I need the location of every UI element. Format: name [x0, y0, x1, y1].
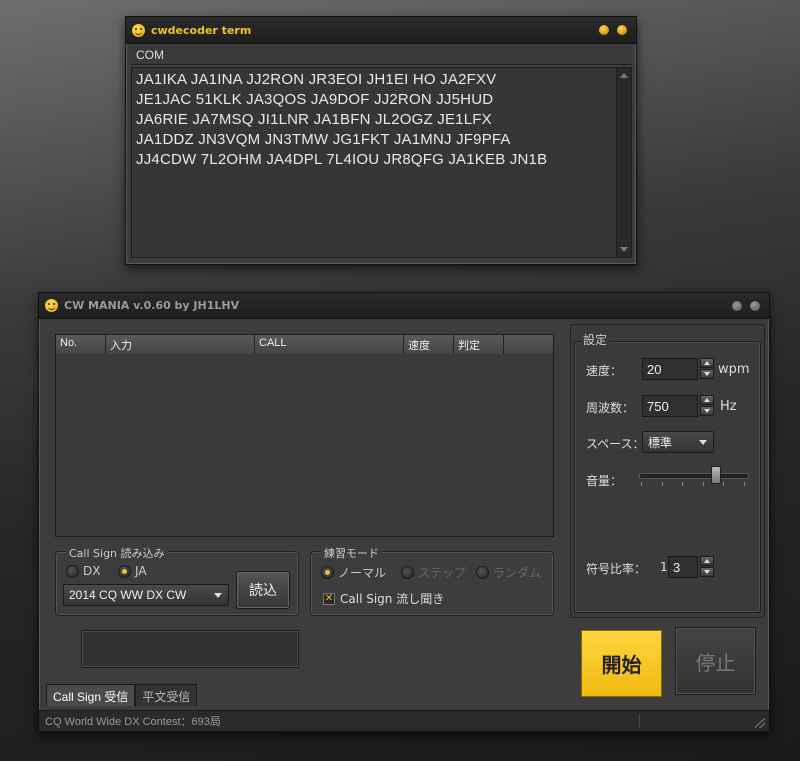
- radio-ja[interactable]: JA: [118, 564, 147, 578]
- chevron-down-icon: [214, 592, 222, 598]
- radio-dot: [401, 566, 414, 579]
- ratio-prefix: 1: [660, 560, 668, 574]
- receive-tabs: Call Sign 受信 平文受信: [46, 684, 198, 706]
- space-select-value: 標準: [648, 435, 673, 450]
- term-scrollbar[interactable]: [616, 67, 632, 258]
- menu-com[interactable]: COM: [130, 45, 170, 65]
- freq-label: 周波数：: [586, 401, 635, 415]
- status-bar: CQ World Wide DX Contest：693局: [39, 710, 769, 731]
- minimize-button[interactable]: [598, 24, 610, 36]
- minimize-button[interactable]: [731, 299, 743, 312]
- contest-select-value: 2014 CQ WW DX CW: [69, 588, 187, 602]
- results-grid-header: No. 入力 CALL 速度 判定: [55, 334, 554, 355]
- main-title: CW MANIA v.0.60 by JH1LHV: [64, 299, 240, 312]
- stream-listen-label: Call Sign 流し聞き: [340, 592, 445, 606]
- close-button[interactable]: [749, 299, 761, 312]
- term-title: cwdecoder term: [151, 23, 252, 37]
- scroll-down-icon[interactable]: [620, 247, 628, 252]
- results-grid[interactable]: [55, 354, 554, 537]
- cw-mania-window: CW MANIA v.0.60 by JH1LHV No. 入力 CALL 速度…: [38, 292, 770, 732]
- callsign-load-label: Call Sign 読み込み: [66, 545, 168, 561]
- spin-up-icon[interactable]: [700, 556, 714, 566]
- term-line: JE1JAC 51KLK JA3QOS JA9DOF JJ2RON JJ5HUD: [136, 91, 494, 108]
- chevron-down-icon: [699, 439, 707, 445]
- term-line: JA1DDZ JN3VQM JN3TMW JG1FKT JA1MNJ JF9PF…: [136, 131, 511, 148]
- stop-button[interactable]: 停止: [675, 627, 756, 695]
- freq-input[interactable]: 750: [642, 395, 698, 417]
- callsign-load-group: Call Sign 読み込み DX JA 2014 CQ WW DX CW 読込: [55, 545, 299, 616]
- radio-step[interactable]: ステップ: [401, 564, 466, 581]
- ratio-stepper[interactable]: [700, 556, 714, 577]
- load-button[interactable]: 読込: [236, 571, 290, 609]
- radio-step-label: ステップ: [418, 566, 467, 580]
- tab-plaintext-receive[interactable]: 平文受信: [135, 684, 198, 706]
- radio-dx-label: DX: [83, 564, 101, 578]
- spin-down-icon[interactable]: [700, 369, 714, 379]
- start-button[interactable]: 開始: [581, 630, 662, 697]
- scroll-up-icon[interactable]: [620, 73, 628, 78]
- ratio-input[interactable]: 3: [668, 556, 698, 578]
- spin-down-icon[interactable]: [700, 567, 714, 577]
- col-judge[interactable]: 判定: [454, 335, 504, 354]
- radio-random[interactable]: ランダム: [476, 564, 541, 581]
- col-no[interactable]: No.: [56, 335, 106, 354]
- volume-slider-track[interactable]: [639, 473, 749, 479]
- close-button[interactable]: [616, 24, 628, 36]
- col-blank: [504, 335, 551, 354]
- term-line: JJ4CDW 7L2OHM JA4DPL 7L4IOU JR8QFG JA1KE…: [136, 151, 548, 168]
- spin-up-icon[interactable]: [700, 395, 714, 405]
- check-mark-icon: ✕: [323, 592, 335, 605]
- speed-label: 速度：: [586, 364, 623, 378]
- stream-listen-checkbox[interactable]: ✕ Call Sign 流し聞き: [323, 590, 444, 607]
- practice-mode-group: 練習モード ノーマル ステップ ランダム ✕ Call Sign 流し聞き: [310, 545, 554, 616]
- space-label: スペース：: [586, 437, 645, 451]
- practice-mode-label: 練習モード: [321, 545, 382, 561]
- freq-stepper[interactable]: [700, 395, 714, 416]
- cwdecoder-term-window: cwdecoder term COM JA1IKA JA1INA JJ2RON …: [125, 16, 637, 265]
- spin-down-icon[interactable]: [700, 406, 714, 416]
- col-input[interactable]: 入力: [106, 335, 255, 354]
- radio-dot: [321, 566, 334, 579]
- resize-grip-icon[interactable]: [755, 718, 765, 728]
- spin-up-icon[interactable]: [700, 358, 714, 368]
- smiley-icon: [132, 23, 145, 37]
- tab-callsign-receive[interactable]: Call Sign 受信: [46, 684, 136, 706]
- radio-normal-label: ノーマル: [338, 566, 387, 580]
- radio-dot: [476, 566, 489, 579]
- radio-normal[interactable]: ノーマル: [321, 564, 386, 581]
- speed-input[interactable]: 20: [642, 358, 698, 380]
- term-output[interactable]: JA1IKA JA1INA JJ2RON JR3EOI JH1EI HO JA2…: [131, 67, 617, 258]
- col-call[interactable]: CALL: [255, 335, 404, 354]
- col-speed[interactable]: 速度: [404, 335, 454, 354]
- contest-select[interactable]: 2014 CQ WW DX CW: [63, 584, 229, 606]
- radio-random-label: ランダム: [493, 566, 542, 580]
- term-line: JA1IKA JA1INA JJ2RON JR3EOI JH1EI HO JA2…: [136, 71, 497, 88]
- speed-unit: wpm: [718, 362, 750, 377]
- freq-unit: Hz: [720, 399, 737, 414]
- radio-dot: [66, 564, 79, 578]
- term-menubar: COM: [130, 44, 632, 65]
- status-text: CQ World Wide DX Contest：693局: [45, 716, 221, 728]
- settings-title: 設定: [581, 331, 610, 348]
- volume-label: 音量：: [586, 474, 623, 488]
- radio-dx[interactable]: DX: [66, 564, 100, 578]
- term-line: JA6RIE JA7MSQ JI1LNR JA1BFN JL2OGZ JE1LF…: [136, 111, 492, 128]
- radio-dot: [118, 564, 131, 578]
- speed-stepper[interactable]: [700, 358, 714, 379]
- volume-ticks: [641, 482, 745, 486]
- smiley-icon: [45, 299, 58, 312]
- term-titlebar[interactable]: cwdecoder term: [126, 17, 636, 44]
- space-select[interactable]: 標準: [642, 431, 714, 453]
- settings-panel: 設定 速度： 20 wpm 周波数： 750 Hz スペース： 標準 音量： 符…: [570, 324, 765, 618]
- radio-ja-label: JA: [135, 564, 147, 578]
- main-titlebar[interactable]: CW MANIA v.0.60 by JH1LHV: [39, 293, 769, 319]
- ratio-label: 符号比率：: [586, 562, 647, 576]
- input-display-box[interactable]: [81, 630, 299, 668]
